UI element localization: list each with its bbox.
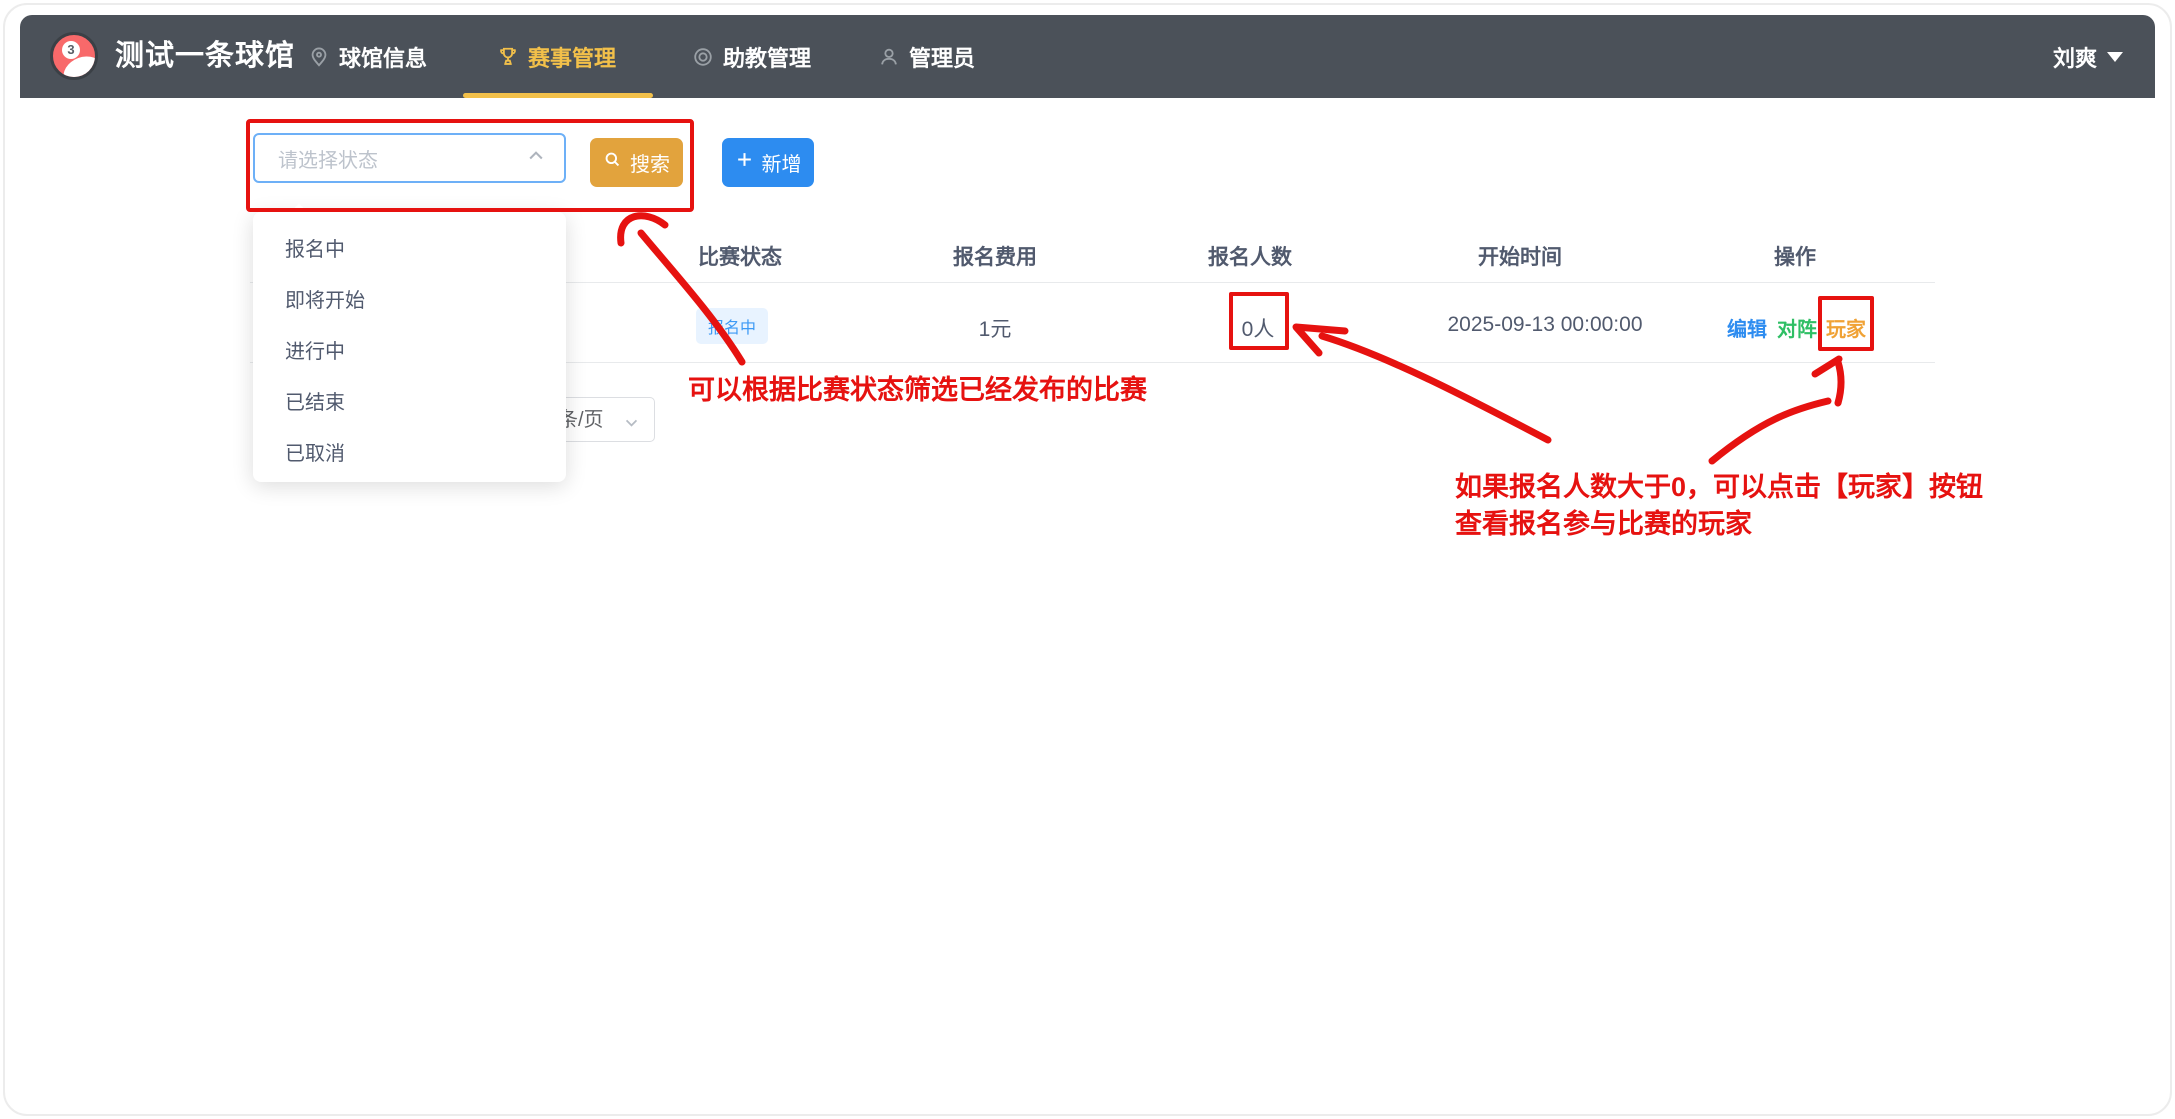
user-menu[interactable]: 刘爽 — [2053, 15, 2123, 98]
chevron-down-icon — [623, 414, 640, 436]
annotation-note-player-line2: 查看报名参与比赛的玩家 — [1455, 506, 1983, 543]
annotation-note-player: 如果报名人数大于0，可以点击【玩家】按钮 查看报名参与比赛的玩家 — [1455, 469, 1983, 543]
status-select[interactable]: 请选择状态 — [253, 133, 566, 183]
top-navbar: 3 测试一条球馆 球馆信息 — [20, 15, 2155, 98]
page: 3 测试一条球馆 球馆信息 — [0, 0, 2175, 1119]
search-icon — [603, 150, 622, 175]
players-cell: 0人 — [1242, 313, 1275, 343]
location-pin-icon — [308, 46, 330, 68]
option-upcoming[interactable]: 即将开始 — [253, 276, 566, 327]
user-icon — [878, 46, 900, 68]
status-dropdown-panel: 报名中 即将开始 进行中 已结束 已取消 — [253, 212, 566, 482]
caret-down-icon — [2107, 52, 2123, 62]
plus-icon — [735, 150, 754, 175]
option-finished[interactable]: 已结束 — [253, 378, 566, 429]
ball-number: 3 — [62, 41, 80, 59]
matchup-action-link[interactable]: 对阵 — [1777, 313, 1817, 342]
tab-label: 助教管理 — [723, 41, 811, 73]
tab-admin[interactable]: 管理员 — [878, 15, 975, 98]
column-header-status: 比赛状态 — [698, 241, 782, 271]
annotation-note-player-line1: 如果报名人数大于0，可以点击【玩家】按钮 — [1455, 469, 1983, 506]
player-action-link[interactable]: 玩家 — [1826, 313, 1866, 342]
annotation-note-filter: 可以根据比赛状态筛选已经发布的比赛 — [688, 368, 1147, 407]
tab-label: 管理员 — [909, 41, 975, 73]
active-tab-underline — [463, 93, 653, 98]
column-header-start-time: 开始时间 — [1478, 241, 1562, 271]
column-header-fee: 报名费用 — [953, 241, 1037, 271]
edit-action-link[interactable]: 编辑 — [1727, 313, 1767, 342]
tab-label: 赛事管理 — [528, 41, 616, 73]
tab-venue-info[interactable]: 球馆信息 — [308, 15, 427, 98]
trophy-icon — [497, 46, 519, 68]
column-header-players: 报名人数 — [1208, 241, 1292, 271]
status-select-placeholder: 请选择状态 — [278, 144, 378, 173]
tab-event-management[interactable]: 赛事管理 — [497, 15, 616, 98]
option-in-progress[interactable]: 进行中 — [253, 327, 566, 378]
search-button-label: 搜索 — [630, 148, 670, 177]
option-cancelled[interactable]: 已取消 — [253, 429, 566, 480]
column-header-actions: 操作 — [1774, 241, 1816, 271]
option-registering[interactable]: 报名中 — [253, 225, 566, 276]
add-button[interactable]: 新增 — [722, 138, 814, 187]
billiard-ball-logo-icon: 3 — [50, 32, 98, 80]
fee-cell: 1元 — [979, 313, 1012, 343]
target-icon — [692, 46, 714, 68]
venue-title: 测试一条球馆 — [115, 15, 295, 98]
status-badge: 报名中 — [696, 308, 768, 344]
username: 刘爽 — [2053, 41, 2097, 73]
tab-label: 球馆信息 — [339, 41, 427, 73]
start-time-cell: 2025-09-13 00:00:00 — [1448, 313, 1643, 337]
add-button-label: 新增 — [762, 148, 802, 177]
search-button[interactable]: 搜索 — [590, 138, 683, 187]
tab-assistant-management[interactable]: 助教管理 — [692, 15, 811, 98]
chevron-up-icon — [526, 146, 546, 171]
